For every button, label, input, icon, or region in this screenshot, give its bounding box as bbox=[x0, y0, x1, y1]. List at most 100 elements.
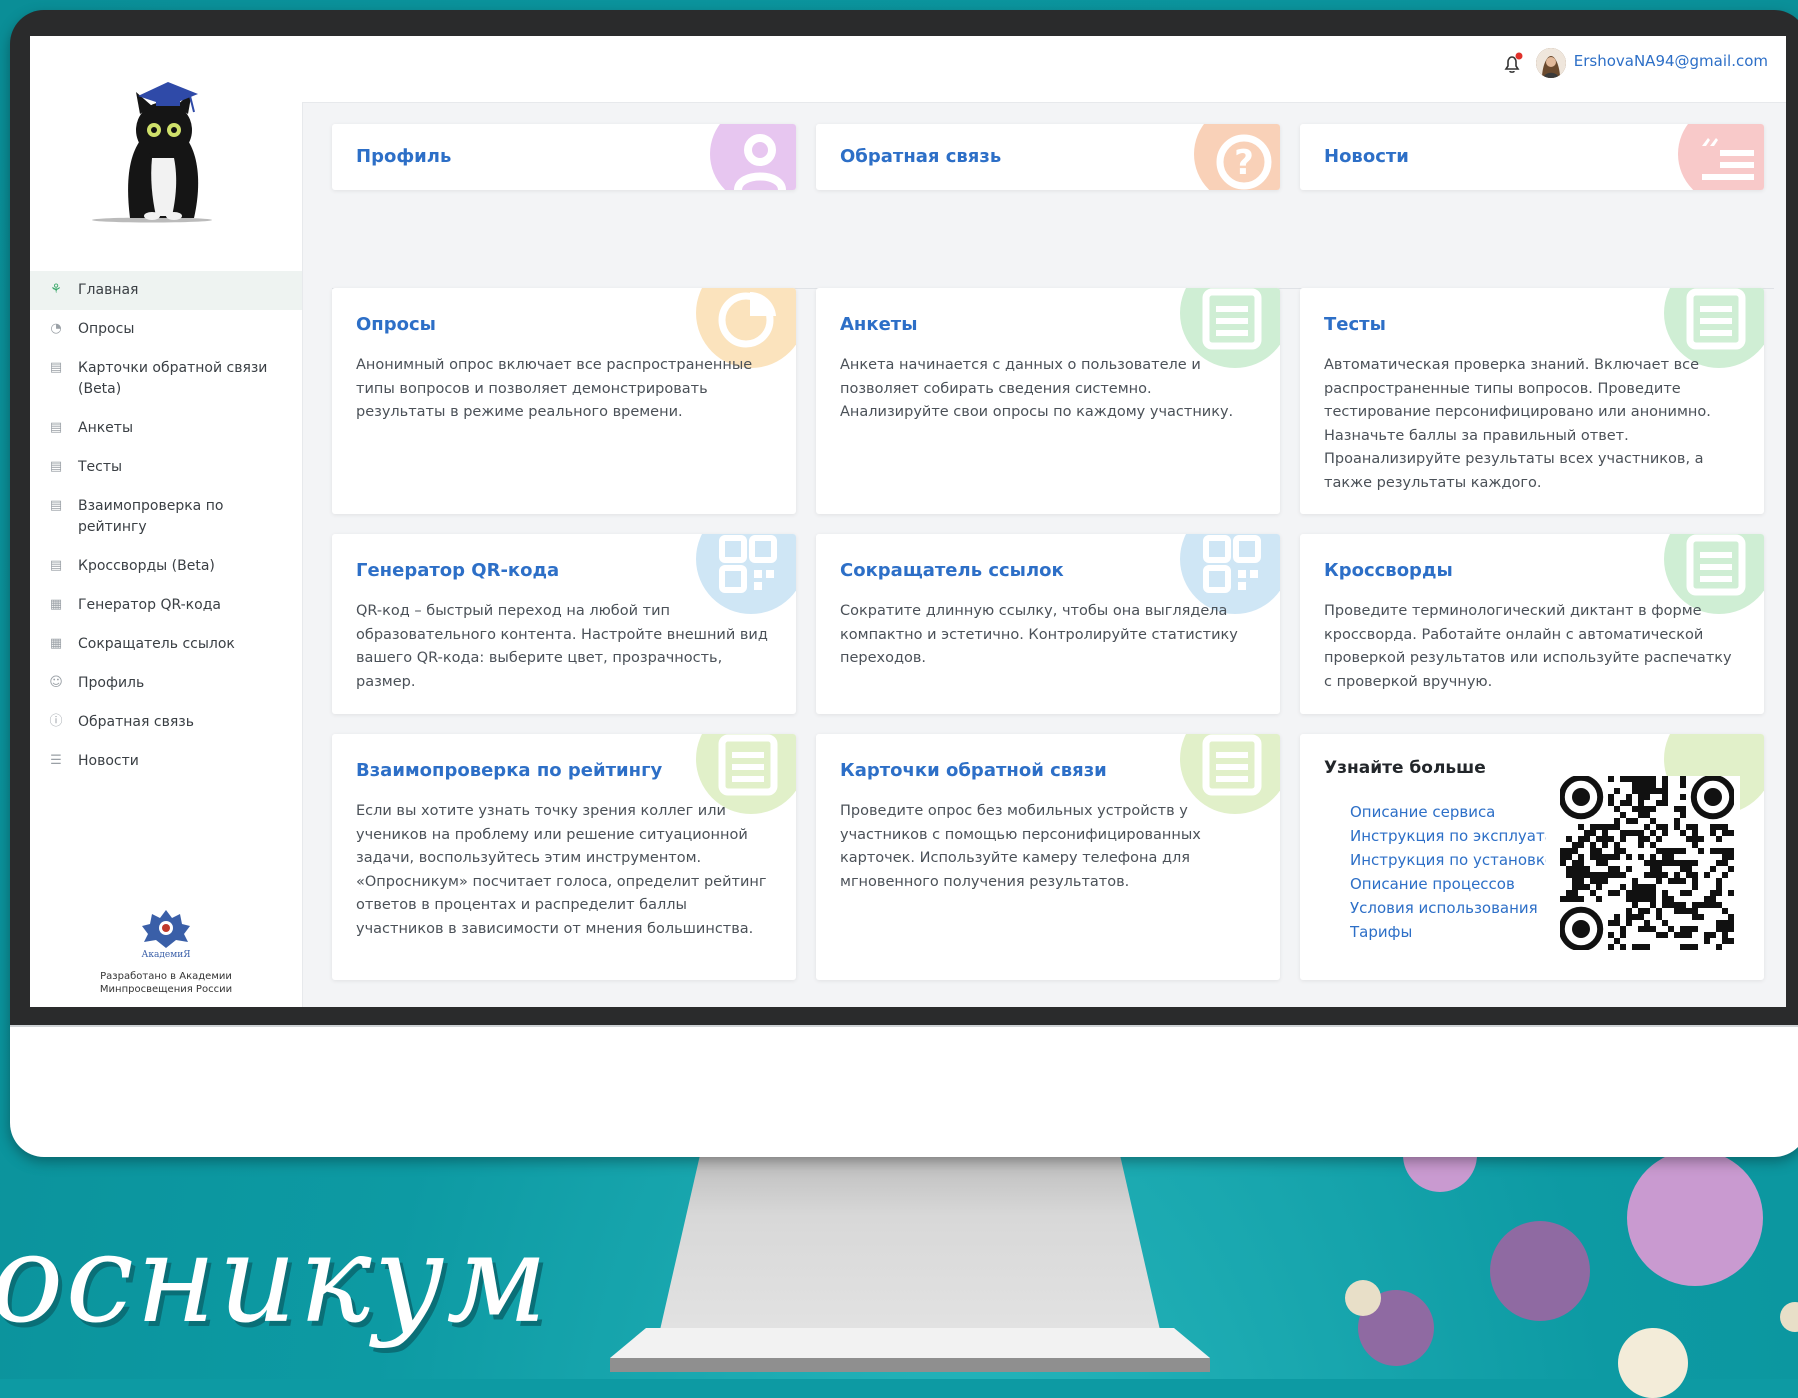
decor-circle bbox=[1345, 1280, 1381, 1316]
sidebar-item-feedback[interactable]: ⓘ Обратная связь bbox=[30, 703, 302, 742]
sidebar-item-label: Сокращатель ссылок bbox=[78, 636, 235, 652]
home-network-icon: ⚘ bbox=[50, 282, 62, 297]
list-icon: ▤ bbox=[49, 360, 63, 375]
card-qr-generator[interactable]: Генератор QR-кода QR-код – быстрый перехо… bbox=[332, 534, 796, 714]
card-peer-review[interactable]: Взаимопроверка по рейтингу Если вы хотите… bbox=[332, 734, 796, 980]
card-description: QR-код – быстрый переход на любой тип об… bbox=[356, 603, 768, 690]
card-title: Анкеты bbox=[840, 314, 918, 335]
card-description: Анкета начинается с данных о пользовател… bbox=[840, 357, 1234, 420]
sidebar-item-label: Генератор QR-кода bbox=[78, 597, 221, 613]
main-content: Профиль ? Обратная связь Новости Опросы А… bbox=[302, 102, 1786, 1007]
user-email-link[interactable]: ErshovaNA94@gmail.com bbox=[1574, 52, 1768, 70]
card-title: Карточки обратной связи bbox=[840, 760, 1107, 781]
sidebar-item-peer-review[interactable]: ▤ Взаимопроверка по рейтингу bbox=[30, 487, 302, 547]
sidebar-nav: ⚘ Главная ◔ Опросы ▤ Карточки обратной с… bbox=[30, 271, 302, 781]
card-description: Проведите терминологический диктант в фо… bbox=[1324, 603, 1732, 690]
card-title: Генератор QR-кода bbox=[356, 560, 560, 581]
learn-more-link[interactable]: Тарифы bbox=[1350, 920, 1546, 944]
learn-more-link[interactable]: Условия использования bbox=[1350, 896, 1546, 920]
sidebar-item-label: Карточки обратной связи (Beta) bbox=[78, 360, 268, 397]
card-description: Автоматическая проверка знаний. Включает… bbox=[1324, 357, 1711, 491]
learn-more-title: Узнайте больше bbox=[1324, 758, 1486, 778]
academy-credit: АкадемиЯ Разработано в Академии Минпросв… bbox=[70, 904, 262, 996]
news-icon: ☰ bbox=[50, 753, 62, 768]
card-learn-more: Узнайте большеОписание сервисаИнструкция… bbox=[1300, 734, 1764, 980]
quick-link-title: Обратная связь bbox=[840, 146, 1002, 167]
card-surveys[interactable]: Опросы Анонимный опрос включает все распр… bbox=[332, 288, 796, 514]
quick-link-title: Новости bbox=[1324, 146, 1409, 167]
sidebar-item-profile[interactable]: ☺ Профиль bbox=[30, 664, 302, 703]
sidebar-item-questionnaires[interactable]: ▤ Анкеты bbox=[30, 409, 302, 448]
decor-circle bbox=[1490, 1221, 1590, 1321]
quick-link-title: Профиль bbox=[356, 146, 452, 167]
sidebar-item-crosswords[interactable]: ▤ Кроссворды (Beta) bbox=[30, 547, 302, 586]
cat-logo[interactable] bbox=[90, 58, 240, 228]
quick-link-profile[interactable]: Профиль bbox=[332, 124, 796, 190]
sidebar-item-tests[interactable]: ▤ Тесты bbox=[30, 448, 302, 487]
sidebar-item-news[interactable]: ☰ Новости bbox=[30, 742, 302, 781]
card-crosswords[interactable]: Кроссворды Проведите терминологический ди… bbox=[1300, 534, 1764, 714]
card-link-shortener[interactable]: Сокращатель ссылок Сократите длинную ссыл… bbox=[816, 534, 1280, 714]
card-tests[interactable]: Тесты Автоматическая проверка знаний. Вкл… bbox=[1300, 288, 1764, 514]
qr-code-image bbox=[1558, 774, 1740, 956]
list-icon: ▤ bbox=[49, 498, 63, 513]
sidebar-item-home[interactable]: ⚘ Главная bbox=[30, 271, 302, 310]
card-description: Если вы хотите узнать точку зрения колле… bbox=[356, 803, 767, 937]
quick-link-news[interactable]: Новости bbox=[1300, 124, 1764, 190]
learn-more-link[interactable]: Инструкция по установке bbox=[1350, 848, 1546, 872]
sidebar-item-qr-generator[interactable]: ▦ Генератор QR-кода bbox=[30, 586, 302, 625]
academy-logo: АкадемиЯ bbox=[142, 910, 191, 960]
bell-icon[interactable] bbox=[1500, 52, 1524, 76]
learn-more-link[interactable]: Описание процессов bbox=[1350, 872, 1546, 896]
learn-more-link[interactable]: Инструкция по эксплуатац bbox=[1350, 824, 1546, 848]
card-description: Сократите длинную ссылку, чтобы она выгл… bbox=[840, 603, 1238, 666]
sidebar-item-label: Новости bbox=[78, 753, 139, 769]
slide-wordmark: осникум bbox=[0, 1208, 550, 1350]
card-feedback-cards[interactable]: Карточки обратной связи Проведите опрос б… bbox=[816, 734, 1280, 980]
user-icon: ☺ bbox=[49, 675, 63, 690]
sidebar-item-label: Взаимопроверка по рейтингу bbox=[78, 498, 224, 535]
sidebar-item-label: Профиль bbox=[78, 675, 145, 691]
user-icon bbox=[710, 124, 796, 190]
pie-chart-icon: ◔ bbox=[50, 321, 62, 336]
sidebar-item-label: Тесты bbox=[78, 459, 123, 475]
card-description: Проведите опрос без мобильных устройств … bbox=[840, 803, 1201, 890]
list-icon: ▤ bbox=[49, 459, 63, 474]
credit-text: Разработано в Академии Минпросвещения Ро… bbox=[99, 971, 233, 995]
sidebar: ⚘ Главная ◔ Опросы ▤ Карточки обратной с… bbox=[30, 36, 303, 1007]
svg-text:?: ? bbox=[1234, 143, 1254, 183]
learn-more-link[interactable]: Описание сервиса bbox=[1350, 800, 1546, 824]
learn-more-links: Описание сервисаИнструкция по эксплуатац… bbox=[1324, 800, 1546, 944]
sidebar-item-label: Анкеты bbox=[78, 420, 134, 436]
decor-circle bbox=[1627, 1150, 1763, 1286]
decor-circle bbox=[1618, 1328, 1688, 1398]
monitor-stand-base bbox=[610, 1328, 1210, 1372]
card-title: Кроссворды bbox=[1324, 560, 1453, 581]
question-icon: ? bbox=[1194, 124, 1280, 190]
card-description: Анонимный опрос включает все распростран… bbox=[356, 357, 753, 420]
qr-icon: ▦ bbox=[49, 597, 63, 612]
card-title: Опросы bbox=[356, 314, 436, 335]
sidebar-item-label: Обратная связь bbox=[78, 714, 194, 730]
topbar: ErshovaNA94@gmail.com bbox=[302, 36, 1786, 103]
monitor-stand bbox=[660, 1155, 1160, 1330]
card-title: Тесты bbox=[1324, 314, 1386, 335]
sidebar-item-feedback-cards[interactable]: ▤ Карточки обратной связи (Beta) bbox=[30, 349, 302, 409]
svg-text:АкадемиЯ: АкадемиЯ bbox=[142, 950, 191, 960]
sidebar-item-label: Главная bbox=[78, 282, 139, 298]
app-screen: ⚘ Главная ◔ Опросы ▤ Карточки обратной с… bbox=[30, 36, 1786, 1007]
qr-icon: ▦ bbox=[49, 636, 63, 651]
card-title: Сокращатель ссылок bbox=[840, 560, 1064, 581]
news-icon bbox=[1678, 124, 1764, 190]
sidebar-item-label: Кроссворды (Beta) bbox=[78, 558, 215, 574]
sidebar-item-link-shortener[interactable]: ▦ Сокращатель ссылок bbox=[30, 625, 302, 664]
sidebar-item-label: Опросы bbox=[78, 321, 135, 337]
monitor-chin bbox=[10, 1025, 1798, 1157]
card-title: Взаимопроверка по рейтингу bbox=[356, 760, 663, 781]
avatar[interactable] bbox=[1536, 48, 1566, 78]
quick-link-feedback[interactable]: ? Обратная связь bbox=[816, 124, 1280, 190]
list-icon: ▤ bbox=[49, 558, 63, 573]
card-questionnaires[interactable]: Анкеты Анкета начинается с данных о польз… bbox=[816, 288, 1280, 514]
list-icon: ▤ bbox=[49, 420, 63, 435]
sidebar-item-surveys[interactable]: ◔ Опросы bbox=[30, 310, 302, 349]
